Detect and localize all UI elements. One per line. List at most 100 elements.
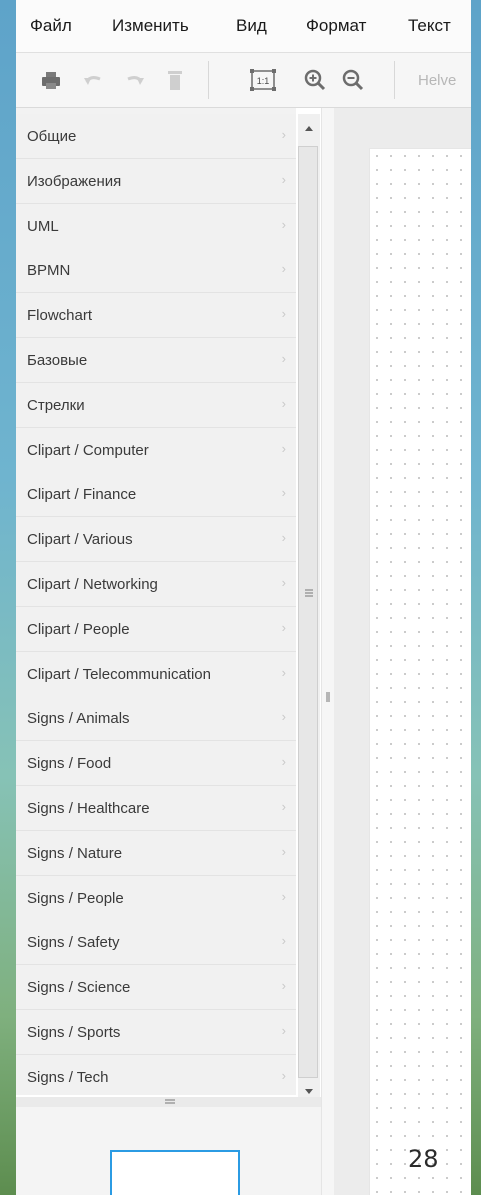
sidebar-category[interactable]: Signs / Science ›: [16, 965, 296, 1011]
sidebar-category[interactable]: UML ›: [16, 203, 296, 249]
sidebar-category[interactable]: Стрелки ›: [16, 382, 296, 428]
sidebar-category[interactable]: Flowchart ›: [16, 293, 296, 339]
actual-size-icon: 1:1: [250, 69, 276, 91]
redo-icon: [127, 76, 144, 85]
diagram-page[interactable]: [369, 148, 471, 1195]
sidebar-category[interactable]: Signs / Tech ›: [16, 1054, 296, 1095]
chevron-right-icon: ›: [281, 216, 286, 232]
chevron-right-icon: ›: [281, 306, 286, 322]
zoom-in-icon: [304, 69, 326, 91]
sidebar-category-label: Signs / Sports: [27, 1024, 121, 1041]
chevron-right-icon: ›: [281, 888, 286, 904]
outline-viewport[interactable]: [110, 1150, 240, 1195]
sidebar-category[interactable]: Изображения ›: [16, 158, 296, 204]
chevron-right-icon: ›: [281, 1023, 286, 1038]
sidebar-category[interactable]: Clipart / Finance ›: [16, 472, 296, 518]
chevron-right-icon: ›: [281, 127, 286, 142]
redo-button[interactable]: [120, 65, 150, 95]
sidebar-category[interactable]: Clipart / Various ›: [16, 517, 296, 563]
sidebar-category[interactable]: Clipart / People ›: [16, 606, 296, 652]
outline-panel: [16, 1107, 321, 1195]
sidebar-category[interactable]: Signs / Healthcare ›: [16, 786, 296, 831]
print-icon: [42, 72, 60, 89]
sidebar-category-label: Clipart / Telecommunication: [27, 665, 211, 683]
sidebar-category[interactable]: Общие ›: [16, 114, 296, 159]
sidebar-category[interactable]: Базовые ›: [16, 338, 296, 383]
toolbar-separator: [208, 61, 209, 99]
sidebar-category[interactable]: Clipart / Networking ›: [16, 562, 296, 607]
sidebar-category-label: Signs / Safety: [27, 934, 120, 952]
menu-view[interactable]: Вид: [236, 16, 267, 36]
delete-button[interactable]: [160, 65, 190, 95]
chevron-right-icon: ›: [281, 530, 286, 546]
shape-library-sidebar: Общие › Изображения › UML › BPMN › Flowchart › Баз…: [16, 108, 296, 1095]
sidebar-category-label: BPMN: [27, 262, 71, 280]
sidebar-category-label: Signs / People: [27, 889, 124, 907]
sidebar-category[interactable]: Clipart / Telecommunication ›: [16, 651, 296, 697]
chevron-right-icon: ›: [281, 395, 286, 411]
horizontal-grip-icon: [165, 1099, 175, 1104]
menu-text[interactable]: Текст: [408, 16, 451, 36]
outline-divider[interactable]: [16, 1097, 321, 1107]
menu-edit[interactable]: Изменить: [112, 16, 189, 36]
zoom-in-button[interactable]: [300, 65, 330, 95]
slide-page-number: 28: [408, 1145, 439, 1173]
sidebar-category-label: Clipart / Networking: [27, 576, 158, 593]
sidebar-category-label: Flowchart: [27, 307, 93, 325]
sidebar-category-label: Clipart / Finance: [27, 486, 137, 504]
toolbar: 1:1 Helve: [16, 53, 471, 108]
sidebar-category-label: Signs / Tech: [27, 1068, 109, 1086]
undo-icon: [84, 76, 101, 85]
sidebar-category-label: Signs / Healthcare: [27, 800, 150, 817]
sidebar-category[interactable]: Signs / Food ›: [16, 741, 296, 787]
menu-file[interactable]: Файл: [30, 16, 72, 36]
sidebar-category-label: Стрелки: [27, 396, 85, 414]
sidebar-category[interactable]: Signs / Animals ›: [16, 696, 296, 742]
zoom-out-button[interactable]: [338, 65, 368, 95]
toolbar-separator: [394, 61, 395, 99]
scroll-up-arrow-icon[interactable]: [298, 118, 320, 140]
undo-button[interactable]: [78, 65, 108, 95]
sidebar-category-label: Clipart / Various: [27, 531, 133, 549]
sidebar-category[interactable]: Signs / Safety ›: [16, 920, 296, 966]
chevron-right-icon: ›: [281, 933, 286, 949]
sidebar-category-label: Изображения: [27, 172, 122, 190]
sidebar-category-label: Signs / Food: [27, 755, 112, 773]
sidebar-category-label: Clipart / Computer: [27, 441, 149, 459]
actual-size-button[interactable]: 1:1: [248, 65, 278, 95]
chevron-right-icon: ›: [281, 754, 286, 770]
zoom-out-icon: [342, 69, 364, 91]
sidebar-category[interactable]: Signs / People ›: [16, 875, 296, 921]
chevron-right-icon: ›: [281, 351, 286, 366]
sidebar-category-label: Signs / Science: [27, 979, 131, 997]
sidebar-category[interactable]: Signs / Nature ›: [16, 830, 296, 876]
sidebar-category-label: Signs / Nature: [27, 844, 123, 862]
diagram-canvas-area[interactable]: [334, 108, 471, 1195]
sidebar-category-label: Базовые: [27, 352, 88, 369]
chevron-right-icon: ›: [281, 261, 286, 277]
sidebar-category-label: Clipart / People: [27, 620, 130, 638]
diagram-editor-window: Файл Изменить Вид Формат Текст 1:1 Helve…: [16, 0, 471, 1195]
sidebar-category[interactable]: BPMN ›: [16, 248, 296, 294]
chevron-right-icon: ›: [281, 1067, 286, 1083]
sidebar-category-label: Общие: [27, 128, 77, 145]
chevron-right-icon: ›: [281, 171, 286, 187]
sidebar-category-label: Signs / Animals: [27, 710, 130, 728]
sidebar-scrollbar[interactable]: [298, 114, 320, 1104]
panel-splitter[interactable]: [321, 108, 334, 1195]
chevron-right-icon: ›: [281, 619, 286, 635]
splitter-grip-icon: [326, 692, 330, 702]
menu-bar: Файл Изменить Вид Формат Текст: [16, 0, 471, 53]
sidebar-scrollbar-thumb[interactable]: [298, 146, 318, 1078]
chevron-right-icon: ›: [281, 978, 286, 994]
font-family-select[interactable]: Helve: [418, 72, 456, 89]
actual-size-label: 1:1: [257, 76, 270, 86]
chevron-right-icon: ›: [281, 485, 286, 501]
delete-icon: [168, 71, 182, 90]
grip-icon: [305, 589, 313, 597]
menu-format[interactable]: Формат: [306, 16, 366, 36]
sidebar-category[interactable]: Clipart / Computer ›: [16, 427, 296, 473]
chevron-right-icon: ›: [281, 575, 286, 590]
print-button[interactable]: [36, 65, 66, 95]
sidebar-category[interactable]: Signs / Sports ›: [16, 1010, 296, 1055]
